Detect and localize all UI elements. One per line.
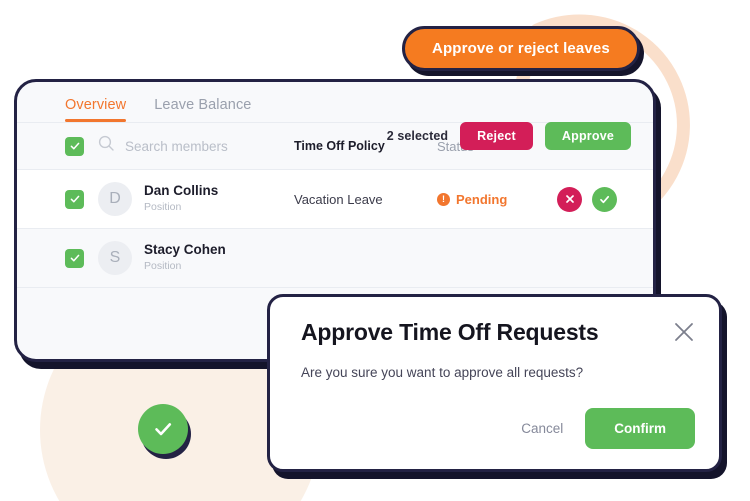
- callout-pill-label: Approve or reject leaves: [432, 40, 610, 57]
- policy-cell: Vacation Leave: [294, 191, 383, 207]
- close-icon[interactable]: [673, 321, 695, 343]
- member-name: Stacy Cohen: [144, 242, 226, 258]
- reject-icon-button[interactable]: [557, 186, 582, 212]
- status-badge: Pending: [456, 191, 508, 207]
- search-icon: [98, 135, 115, 157]
- tab-list: Overview Leave Balance: [17, 82, 653, 122]
- modal-message: Are you sure you want to approve all req…: [301, 365, 584, 380]
- approve-button[interactable]: Approve: [544, 122, 631, 150]
- modal-action-row: Cancel Confirm: [517, 408, 695, 449]
- tab-overview-label: Overview: [65, 97, 127, 113]
- check-icon: [155, 423, 172, 436]
- search-input-placeholder: Search members: [125, 138, 228, 154]
- tab-leave-balance-label: Leave Balance: [154, 97, 252, 113]
- selection-action-bar: 2 selected Reject Approve: [387, 122, 631, 150]
- tabs-row: Overview Leave Balance 2 selected Reject…: [17, 82, 653, 150]
- status-cell: ! Pending: [437, 192, 557, 207]
- table-row[interactable]: S Stacy Cohen Position: [17, 229, 653, 287]
- member-cell: D Dan Collins Position: [98, 182, 294, 216]
- search-members-field[interactable]: Search members: [98, 135, 294, 157]
- success-check-badge: [138, 404, 188, 454]
- selected-count-label: 2 selected: [386, 129, 449, 143]
- member-cell: S Stacy Cohen Position: [98, 241, 294, 275]
- select-all-checkbox[interactable]: [65, 136, 84, 156]
- member-name: Dan Collins: [144, 183, 219, 199]
- member-position: Position: [144, 201, 182, 214]
- table-row[interactable]: D Dan Collins Position Vacation Leave ! …: [17, 170, 653, 228]
- screenshot-stage: Overview Leave Balance 2 selected Reject…: [0, 0, 750, 501]
- modal-title: Approve Time Off Requests: [301, 319, 599, 345]
- row-divider-2: [17, 287, 653, 288]
- callout-pill[interactable]: Approve or reject leaves: [402, 26, 640, 71]
- row-checkbox[interactable]: [65, 189, 84, 209]
- row-actions: [557, 186, 617, 212]
- confirm-button[interactable]: Confirm: [585, 408, 695, 449]
- tab-leave-balance[interactable]: Leave Balance: [154, 97, 251, 122]
- approve-confirmation-modal: Approve Time Off Requests Are you sure y…: [267, 294, 722, 472]
- member-position: Position: [144, 260, 182, 273]
- row-checkbox[interactable]: [65, 248, 84, 268]
- tab-overview[interactable]: Overview: [65, 97, 127, 122]
- approve-icon-button[interactable]: [592, 186, 617, 212]
- avatar: S: [98, 241, 132, 275]
- cancel-button[interactable]: Cancel: [517, 413, 567, 444]
- warning-icon: !: [437, 192, 450, 206]
- reject-button[interactable]: Reject: [460, 122, 533, 150]
- avatar: D: [98, 182, 132, 216]
